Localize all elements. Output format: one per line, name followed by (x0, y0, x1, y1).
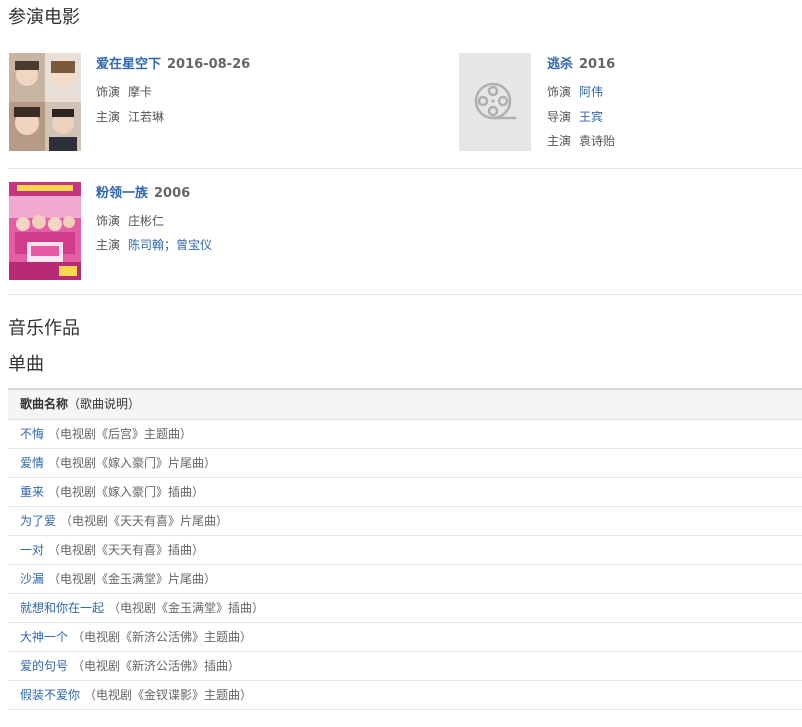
song-desc: （电视剧《金钗谍影》主题曲） (84, 688, 253, 702)
song-desc: （电视剧《金玉满堂》插曲） (108, 601, 265, 615)
film-poster-1[interactable] (9, 53, 81, 151)
film-title-row-3: 粉领一族 2006 (96, 185, 190, 203)
film-2-role-label: 饰演 (547, 85, 572, 99)
film-year-2: 2016 (579, 57, 616, 72)
table-row: 不悔 （电视剧《后宫》主题曲） (8, 420, 802, 449)
song-desc: （电视剧《嫁入豪门》片尾曲） (48, 456, 217, 470)
music-section-heading: 音乐作品 (8, 318, 80, 339)
film-2-role-link[interactable]: 阿伟 (579, 85, 603, 99)
film-3-cast-label: 主演 (96, 238, 121, 252)
film-3-role-value: 庄彬仁 (128, 214, 165, 228)
film-poster-2[interactable] (459, 53, 531, 151)
table-row: 爱的句号 （电视剧《新济公活佛》插曲） (8, 652, 802, 681)
songs-header-name: 歌曲名称 (20, 397, 69, 411)
film-row-divider-2 (8, 294, 802, 295)
film-1-cast-row: 主演 江若琳 (96, 108, 164, 126)
table-row: 沙漏 （电视剧《金玉满堂》片尾曲） (8, 565, 802, 594)
song-desc: （电视剧《后宫》主题曲） (48, 427, 193, 441)
film-poster-3-image (9, 182, 81, 280)
film-row-divider-1 (8, 168, 802, 169)
film-title-link-2[interactable]: 逃杀 (547, 57, 573, 72)
film-poster-3[interactable] (9, 182, 81, 280)
song-desc: （电视剧《新济公活佛》主题曲） (72, 630, 253, 644)
film-3-cast-separator: ； (164, 238, 177, 252)
song-link[interactable]: 就想和你在一起 (20, 601, 104, 615)
film-3-cast-link-1[interactable]: 陈司翰 (128, 238, 164, 252)
film-2-director-row: 导演 王宾 (547, 108, 603, 126)
film-title-row-2: 逃杀 2016 (547, 56, 615, 74)
song-link[interactable]: 爱的句号 (20, 659, 68, 673)
film-2-cast-row: 主演 袁诗贻 (547, 132, 615, 150)
songs-header-desc: （歌曲说明） (68, 397, 141, 411)
song-link[interactable]: 大神一个 (20, 630, 68, 644)
song-desc: （电视剧《天天有喜》片尾曲） (60, 514, 229, 528)
song-link[interactable]: 不悔 (20, 427, 44, 441)
songs-table-header: 歌曲名称（歌曲说明） (8, 390, 802, 420)
film-3-cast-row: 主演 陈司翰；曾宝仪 (96, 236, 212, 254)
singles-subheading: 单曲 (8, 354, 44, 375)
film-3-cast-link-2[interactable]: 曾宝仪 (176, 238, 212, 252)
film-title-row-1: 爱在星空下 2016-08-26 (96, 56, 250, 74)
song-link[interactable]: 为了爱 (20, 514, 56, 528)
film-1-role-value: 摩卡 (128, 85, 153, 99)
song-link[interactable]: 重来 (20, 485, 44, 499)
film-poster-1-image (9, 53, 81, 151)
table-row: 重来 （电视剧《嫁入豪门》插曲） (8, 478, 802, 507)
song-desc: （电视剧《金玉满堂》片尾曲） (48, 572, 217, 586)
songs-table: 歌曲名称（歌曲说明） 不悔 （电视剧《后宫》主题曲） 爱情 （电视剧《嫁入豪门》片尾… (8, 388, 802, 710)
song-link[interactable]: 假装不爱你 (20, 688, 80, 702)
film-1-cast-label: 主演 (96, 110, 121, 124)
film-3-role-row: 饰演 庄彬仁 (96, 212, 164, 230)
film-1-role-label: 饰演 (96, 85, 121, 99)
song-link[interactable]: 一对 (20, 543, 44, 557)
film-2-director-link[interactable]: 王宾 (579, 110, 603, 124)
film-2-role-row: 饰演 阿伟 (547, 83, 603, 101)
table-row: 为了爱 （电视剧《天天有喜》片尾曲） (8, 507, 802, 536)
table-row: 爱情 （电视剧《嫁入豪门》片尾曲） (8, 449, 802, 478)
film-1-role-row: 饰演 摩卡 (96, 83, 152, 101)
film-2-director-label: 导演 (547, 110, 572, 124)
film-year-3: 2006 (154, 186, 191, 201)
film-year-1: 2016-08-26 (167, 57, 251, 72)
song-desc: （电视剧《天天有喜》插曲） (48, 543, 205, 557)
table-row: 一对 （电视剧《天天有喜》插曲） (8, 536, 802, 565)
song-link[interactable]: 沙漏 (20, 572, 44, 586)
film-title-link-1[interactable]: 爱在星空下 (96, 57, 161, 72)
table-row: 假装不爱你 （电视剧《金钗谍影》主题曲） (8, 681, 802, 710)
song-desc: （电视剧《嫁入豪门》插曲） (48, 485, 205, 499)
film-title-link-3[interactable]: 粉领一族 (96, 186, 148, 201)
film-reel-icon (474, 82, 516, 120)
films-section-heading: 参演电影 (8, 7, 80, 28)
film-2-cast-value: 袁诗贻 (579, 134, 616, 148)
song-link[interactable]: 爱情 (20, 456, 44, 470)
table-row: 大神一个 （电视剧《新济公活佛》主题曲） (8, 623, 802, 652)
film-3-role-label: 饰演 (96, 214, 121, 228)
film-1-cast-value: 江若琳 (128, 110, 165, 124)
table-row: 就想和你在一起 （电视剧《金玉满堂》插曲） (8, 594, 802, 623)
film-2-cast-label: 主演 (547, 134, 572, 148)
song-desc: （电视剧《新济公活佛》插曲） (72, 659, 241, 673)
